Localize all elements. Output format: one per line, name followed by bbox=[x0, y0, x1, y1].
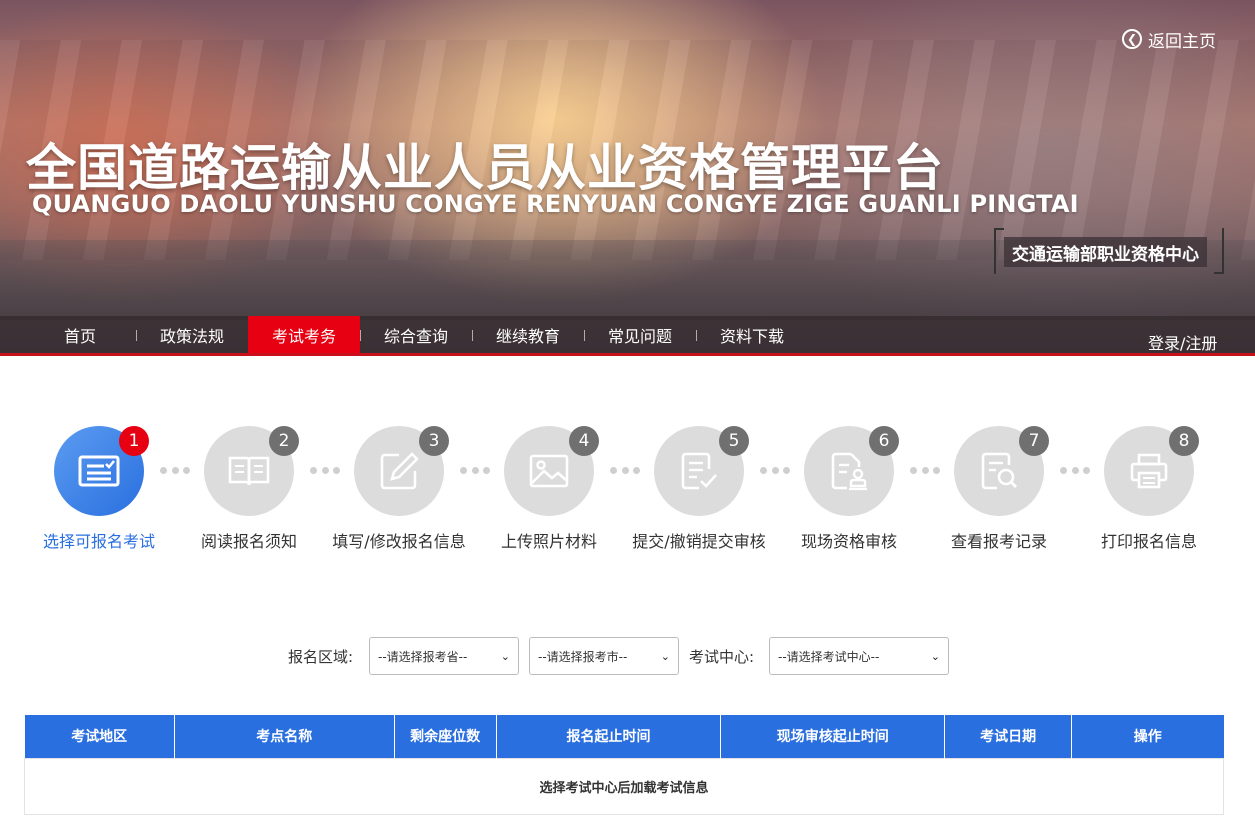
nav-item-query[interactable]: 综合查询 bbox=[361, 316, 471, 353]
column-header-exam-date: 考试日期 bbox=[944, 715, 1073, 758]
login-register-link[interactable]: 登录/注册 bbox=[1148, 330, 1217, 354]
search-doc-icon bbox=[981, 452, 1017, 490]
region-label: 报名区域: bbox=[288, 647, 354, 666]
home-link[interactable]: ❮ 返回主页 bbox=[1122, 27, 1216, 52]
book-icon bbox=[228, 456, 270, 486]
table-row: 选择考试中心后加载考试信息 bbox=[24, 757, 1224, 815]
step-connector bbox=[160, 466, 190, 474]
exam-table: 考试地区 考点名称 剩余座位数 报名起止时间 现场审核起止时间 考试日期 操作 … bbox=[24, 715, 1224, 815]
city-select[interactable]: --请选择报考市-- ⌄ bbox=[529, 637, 679, 675]
submit-doc-icon bbox=[681, 452, 717, 490]
home-link-label: 返回主页 bbox=[1148, 31, 1216, 52]
chevron-down-icon: ⌄ bbox=[500, 649, 510, 663]
exam-center-select-value: --请选择考试中心-- bbox=[778, 649, 880, 664]
back-arrow-icon: ❮ bbox=[1122, 29, 1142, 49]
step-number-badge: 2 bbox=[269, 426, 299, 456]
table-empty-message: 选择考试中心后加载考试信息 bbox=[24, 757, 1224, 815]
column-header-registration-period: 报名起止时间 bbox=[496, 715, 722, 758]
center-label: 考试中心: bbox=[689, 647, 755, 666]
step-number-badge: 6 bbox=[869, 426, 899, 456]
column-header-review-period: 现场审核起止时间 bbox=[720, 715, 946, 758]
column-header-venue: 考点名称 bbox=[174, 715, 395, 758]
step-connector bbox=[760, 466, 790, 474]
step-number-badge: 4 bbox=[569, 426, 599, 456]
edit-icon bbox=[380, 452, 419, 490]
step-connector bbox=[610, 466, 640, 474]
step-number-badge: 7 bbox=[1019, 426, 1049, 456]
step-number-badge: 1 bbox=[119, 426, 149, 456]
step-label: 填写/修改报名信息 bbox=[332, 532, 466, 551]
column-header-seats: 剩余座位数 bbox=[394, 715, 497, 758]
table-header-row: 考试地区 考点名称 剩余座位数 报名起止时间 现场审核起止时间 考试日期 操作 bbox=[24, 715, 1224, 758]
stamp-doc-icon bbox=[831, 452, 867, 491]
main-nav: 首页 政策法规 考试考务 综合查询 继续教育 常见问题 资料下载 bbox=[0, 316, 1255, 356]
step-label: 选择可报名考试 bbox=[42, 532, 155, 551]
step-label: 提交/撤销提交审核 bbox=[632, 532, 766, 551]
province-select-value: --请选择报考省-- bbox=[378, 649, 468, 664]
step-label: 打印报名信息 bbox=[1100, 532, 1197, 551]
step-number-badge: 3 bbox=[419, 426, 449, 456]
province-select[interactable]: --请选择报考省-- ⌄ bbox=[369, 637, 519, 675]
step-number-badge: 8 bbox=[1169, 426, 1199, 456]
nav-item-downloads[interactable]: 资料下载 bbox=[697, 316, 807, 353]
printer-icon bbox=[1130, 453, 1168, 489]
step-label: 阅读报名须知 bbox=[200, 532, 297, 551]
step-connector bbox=[1060, 466, 1090, 474]
city-select-value: --请选择报考市-- bbox=[538, 649, 628, 664]
exam-list-icon bbox=[78, 455, 120, 487]
step-number-badge: 5 bbox=[719, 426, 749, 456]
nav-item-faq[interactable]: 常见问题 bbox=[585, 316, 695, 353]
nav-item-home[interactable]: 首页 bbox=[25, 316, 135, 353]
exam-center-select[interactable]: --请选择考试中心-- ⌄ bbox=[769, 637, 949, 675]
step-connector bbox=[460, 466, 490, 474]
step-label: 现场资格审核 bbox=[800, 532, 897, 551]
nav-item-education[interactable]: 继续教育 bbox=[473, 316, 583, 353]
chevron-down-icon: ⌄ bbox=[660, 649, 670, 663]
nav-item-policy[interactable]: 政策法规 bbox=[137, 316, 247, 353]
site-title-pinyin: QUANGUO DAOLU YUNSHU CONGYE RENYUAN CONG… bbox=[32, 190, 1079, 218]
chevron-down-icon: ⌄ bbox=[930, 649, 940, 663]
step-connector bbox=[910, 466, 940, 474]
step-label: 上传照片材料 bbox=[500, 532, 597, 551]
nav-item-exam[interactable]: 考试考务 bbox=[248, 316, 360, 353]
image-icon bbox=[529, 454, 569, 488]
step-connector bbox=[310, 466, 340, 474]
column-header-actions: 操作 bbox=[1071, 715, 1224, 758]
step-label: 查看报考记录 bbox=[950, 532, 1047, 551]
org-name: 交通运输部职业资格中心 bbox=[1004, 237, 1207, 267]
column-header-region: 考试地区 bbox=[24, 715, 175, 758]
